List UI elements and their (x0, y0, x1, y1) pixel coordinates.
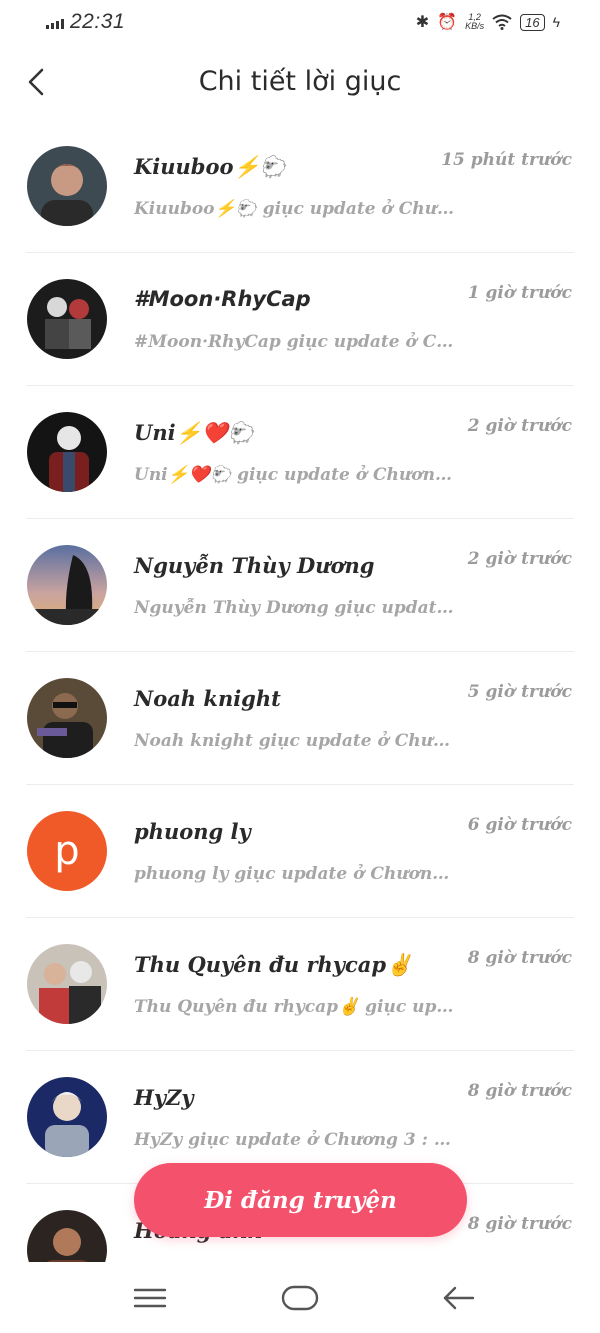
menu-button[interactable] (125, 1280, 175, 1316)
list-item[interactable]: Noah knight 5 giờ trước Noah knight giục… (0, 652, 600, 785)
user-name: Kiuuboo⚡🐑 (134, 154, 286, 179)
time-ago: 15 phút trước (441, 150, 572, 170)
home-icon (281, 1285, 319, 1311)
nudge-message: Kiuuboo⚡🐑 giục update ở Chương 3 : C... (134, 199, 459, 219)
list-item[interactable]: p phuong ly 6 giờ trước phuong ly giục u… (0, 785, 600, 918)
nudge-list: Kiuuboo⚡🐑 15 phút trước Kiuuboo⚡🐑 giục u… (0, 120, 600, 1317)
avatar (27, 678, 107, 758)
list-item[interactable]: #Moon·RhyCap 1 giờ trước #Moon·RhyCap gi… (0, 253, 600, 386)
status-bar: 22:31 ✱ ⏰ 1,2 KB/s 16 ϟ (0, 0, 600, 48)
nudge-message: #Moon·RhyCap giục update ở Chương 3 : C.… (134, 332, 459, 352)
nudge-message: HyZy giục update ở Chương 3 : C... (134, 1130, 459, 1150)
user-name: phuong ly (134, 819, 251, 844)
avatar (27, 279, 107, 359)
bluetooth-icon: ✱ (415, 14, 430, 31)
page-title: Chi tiết lời giục (198, 66, 402, 97)
list-item[interactable]: Uni⚡❤️🐑 2 giờ trước Uni⚡❤️🐑 giục update … (0, 386, 600, 519)
list-item[interactable]: Thu Quyên đu rhycap✌️ 8 giờ trước Thu Qu… (0, 918, 600, 1051)
signal-icon (46, 15, 64, 29)
avatar (27, 545, 107, 625)
system-nav-bar (0, 1262, 600, 1333)
user-name: #Moon·RhyCap (134, 287, 311, 311)
list-item[interactable]: Kiuuboo⚡🐑 15 phút trước Kiuuboo⚡🐑 giục u… (0, 120, 600, 253)
avatar (27, 146, 107, 226)
avatar (27, 1077, 107, 1157)
time-ago: 8 giờ trước (467, 1214, 572, 1234)
time-ago: 2 giờ trước (467, 549, 572, 569)
header: Chi tiết lời giục (0, 48, 600, 118)
nudge-message: Noah knight giục update ở Chương 3 : C..… (134, 731, 459, 751)
nudge-message: Thu Quyên đu rhycap✌️ giục update ở Chươ… (134, 997, 459, 1017)
time-ago: 6 giờ trước (467, 815, 572, 835)
time-ago: 5 giờ trước (467, 682, 572, 702)
arrow-left-icon (443, 1286, 475, 1310)
menu-icon (133, 1288, 167, 1308)
user-name: Noah knight (134, 686, 281, 711)
charging-icon: ϟ (552, 14, 560, 30)
wifi-icon (492, 14, 512, 30)
battery-icon: 16 (520, 13, 545, 31)
network-speed: 1,2 KB/s (465, 12, 485, 31)
user-name: Nguyễn Thùy Dương (134, 553, 375, 578)
time-ago: 2 giờ trước (467, 416, 572, 436)
alarm-icon: ⏰ (437, 14, 458, 31)
time-ago: 8 giờ trước (467, 948, 572, 968)
nudge-message: Uni⚡❤️🐑 giục update ở Chương 3 : C... (134, 465, 459, 485)
post-story-button[interactable]: Đi đăng truyện (134, 1163, 467, 1237)
user-name: HyZy (134, 1085, 194, 1110)
avatar (27, 944, 107, 1024)
time-ago: 1 giờ trước (467, 283, 572, 303)
list-item[interactable]: Nguyễn Thùy Dương 2 giờ trước Nguyễn Thù… (0, 519, 600, 652)
back-nav-button[interactable] (433, 1280, 483, 1316)
avatar (27, 412, 107, 492)
status-time: 22:31 (70, 10, 126, 33)
time-ago: 8 giờ trước (467, 1081, 572, 1101)
avatar: p (27, 811, 107, 891)
nudge-message: phuong ly giục update ở Chương 3 : C... (134, 864, 459, 884)
user-name: Uni⚡❤️🐑 (134, 420, 255, 445)
home-button[interactable] (275, 1280, 325, 1316)
user-name: Thu Quyên đu rhycap✌️ (134, 952, 413, 977)
nudge-message: Nguyễn Thùy Dương giục update ở Chương 3… (134, 598, 459, 618)
